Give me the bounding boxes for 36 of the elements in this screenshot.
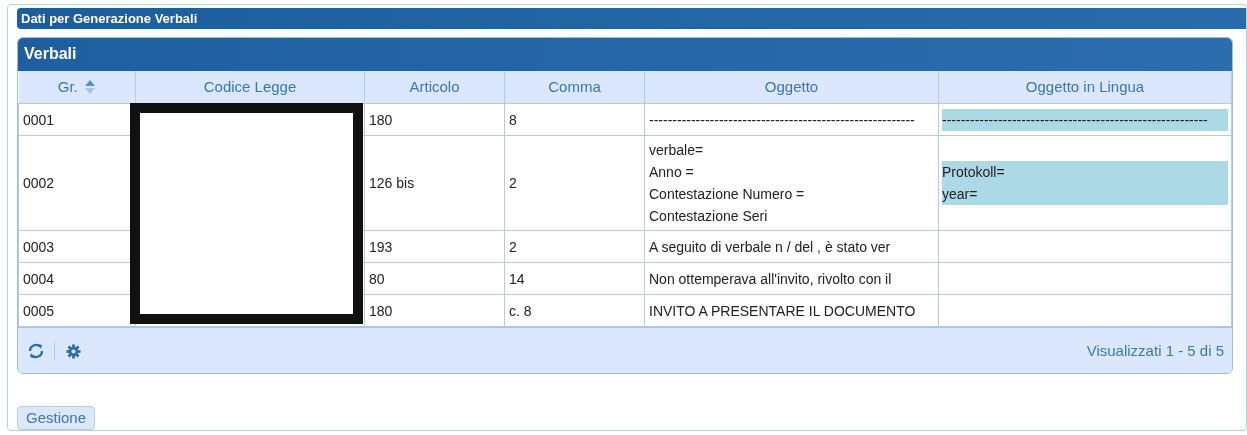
- settings-icon: [65, 343, 81, 359]
- column-header[interactable]: Comma: [548, 75, 601, 99]
- sort-icon[interactable]: [83, 79, 96, 96]
- column-header[interactable]: Oggetto in Lingua: [1025, 75, 1145, 99]
- settings-button[interactable]: [63, 341, 83, 362]
- gestione-button[interactable]: Gestione: [17, 406, 96, 430]
- table-cell-text: c. 8: [509, 301, 533, 321]
- refresh-icon: [27, 342, 45, 361]
- table-cell-text: A seguito di verbale n / del , è stato ver: [649, 237, 892, 257]
- table-cell-text: 180: [369, 301, 394, 321]
- pager-info: Visualizzati 1 - 5 di 5: [1086, 341, 1224, 362]
- grid-title: Verbali: [18, 37, 1232, 71]
- panel-title: Dati per Generazione Verbali: [17, 8, 1246, 29]
- table-cell-text: 126 bis: [369, 174, 416, 194]
- table-cell-text: 0001: [23, 110, 56, 130]
- table-cell-text: 193: [369, 237, 394, 257]
- table-cell-text: 14: [509, 269, 526, 289]
- table-cell-text: 0002: [23, 174, 56, 194]
- table-cell-text: Non ottemperava all'invito, rivolto con il: [649, 269, 893, 289]
- table-cell-text: 80: [369, 269, 386, 289]
- column-header[interactable]: Articolo: [409, 75, 460, 99]
- table-cell-text: ---------------------------------------------------------: [649, 110, 916, 130]
- column-header[interactable]: Gr.: [57, 75, 78, 99]
- table-cell-text: INVITO A PRESENTARE IL DOCUMENTO: [649, 301, 917, 321]
- table-cell-text: 2: [509, 237, 518, 257]
- highlighted-text: Protokoll= year=: [942, 161, 1228, 206]
- column-header[interactable]: Codice Legge: [203, 75, 297, 99]
- table-cell-text: 8: [509, 110, 518, 130]
- table-cell-text: 2: [509, 174, 518, 194]
- table-cell-text: 0004: [23, 269, 56, 289]
- column-header[interactable]: Oggetto: [764, 75, 819, 99]
- highlighted-text: ---------------------------------------------------------: [942, 108, 1228, 131]
- table-cell-text: 0005: [23, 301, 56, 321]
- table-cell-text: 180: [369, 110, 394, 130]
- table-cell-text: 0003: [23, 237, 56, 257]
- table-cell-text: verbale= Anno = Contestazione Numero = Contestazione Seri: [649, 141, 806, 227]
